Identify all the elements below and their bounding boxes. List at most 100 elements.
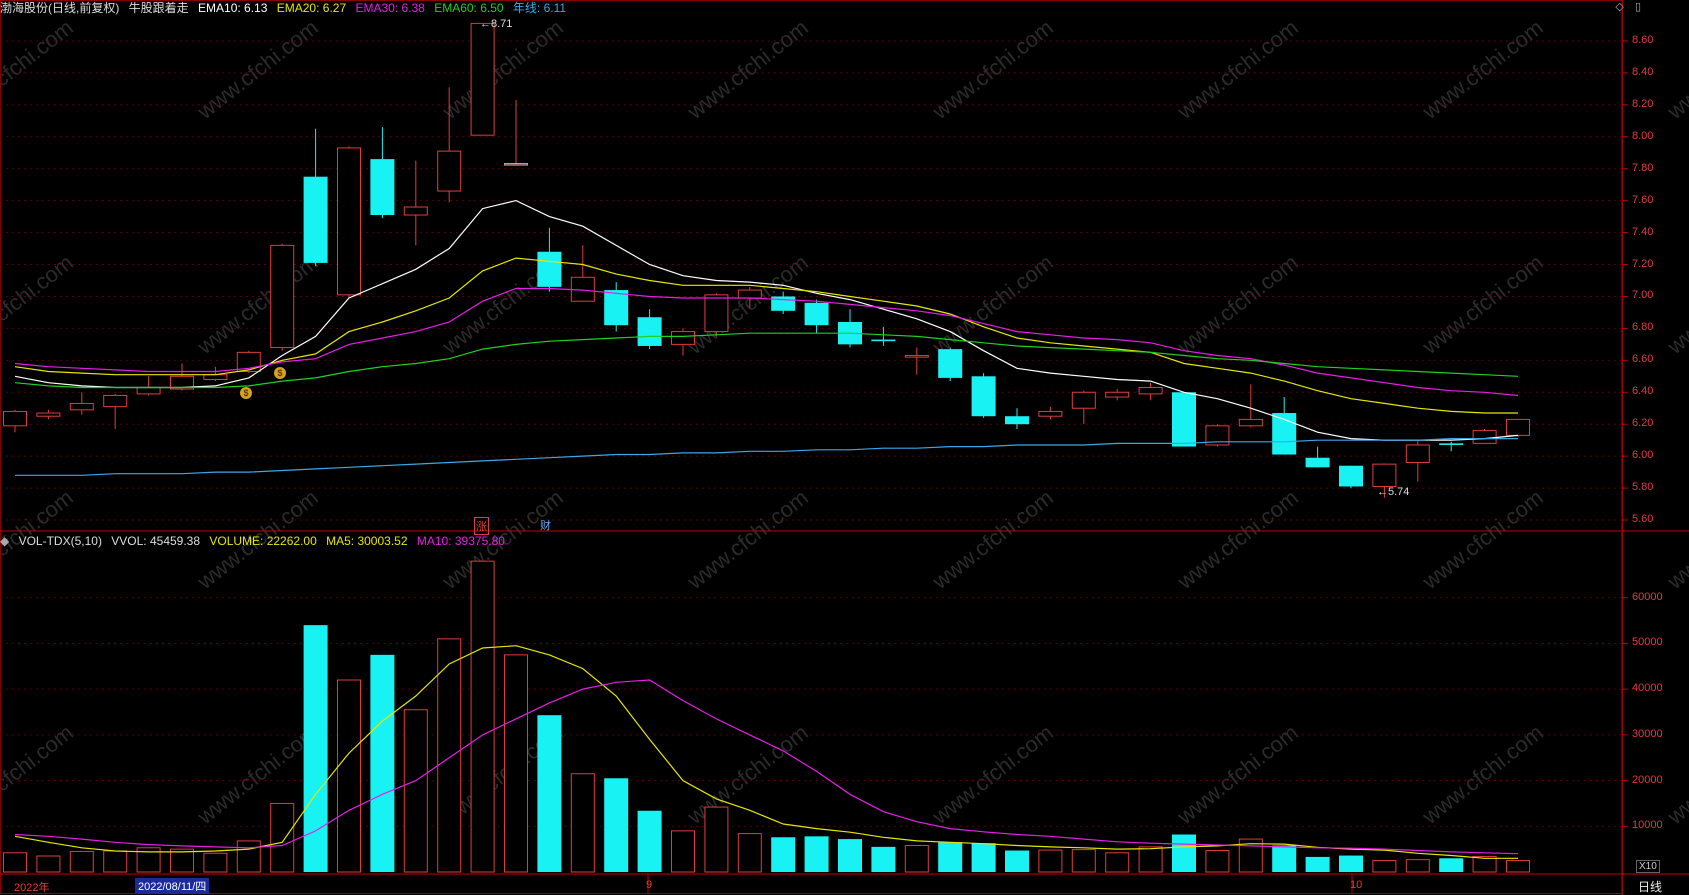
chart-border [0, 0, 1623, 894]
volume-bar-up [103, 850, 128, 873]
ma10-value: MA10: 39375.80 [416, 534, 505, 548]
watermark-text: www.cfchi.com [1417, 485, 1548, 595]
volume-bar-down [871, 846, 896, 872]
volume-bar-up [1071, 849, 1096, 873]
vol-indicator-name: VOL-TDX(5,10) [18, 534, 102, 548]
volume-bar-up [170, 848, 194, 873]
volume-bar-down [938, 842, 963, 872]
candle-body-up [36, 412, 61, 417]
volume-bar-up [270, 802, 295, 873]
watermark-text: www.cfchi.com [682, 485, 813, 595]
ema30-value: EMA30: 6.38 [355, 1, 425, 15]
watermark-text: www.cfchi.com [0, 15, 78, 125]
candle-body-down [1439, 443, 1464, 445]
top-right-icons: ◇ ▯ [1607, 0, 1641, 14]
candle-body-down [370, 159, 395, 216]
volume-bar-down [637, 810, 662, 872]
limit-up-tag[interactable]: 涨 [474, 517, 489, 535]
indicator-name: 牛股跟着走 [128, 1, 189, 15]
volume-bar-down [604, 778, 629, 872]
price-tick-label: 6.20 [1632, 417, 1654, 430]
candle-body-down [1005, 416, 1029, 425]
zoom-x10-label[interactable]: X10 [1636, 860, 1660, 873]
year-line-value: 年线: 6.11 [512, 1, 567, 15]
diamond-icon[interactable]: ◇ [1615, 1, 1623, 13]
watermark-text: www.cfchi.com [1417, 15, 1548, 125]
volume-bar-up [1506, 860, 1530, 873]
volume-panel [3, 560, 1530, 873]
volume-value: VOLUME: 22262.00 [209, 534, 317, 548]
candle-body-down [604, 290, 629, 326]
watermark-text: www.cfchi.com [192, 15, 323, 125]
volume-bar-up [470, 560, 495, 873]
stock-chart[interactable]: www.cfchi.com www.cfchi.com www.cfchi.com w… [0, 0, 1689, 895]
finance-tag[interactable]: 财 [540, 517, 551, 533]
volume-bar-down [1339, 855, 1363, 872]
high-price-label: ←8.71 [480, 18, 513, 30]
panel-toggle-icon[interactable]: ◆ [0, 534, 9, 548]
candle-body-up [69, 402, 94, 411]
volume-bar-up [69, 850, 94, 873]
price-tick-label: 8.20 [1632, 97, 1654, 110]
volume-bar-up [1138, 846, 1163, 873]
watermark-text: www.cfchi.com [927, 720, 1058, 830]
volume-bar-up [1105, 852, 1130, 873]
price-tick-label: 8.00 [1632, 129, 1654, 142]
x-axis-year-label: 2022年 [14, 882, 50, 894]
candle-body-down [1305, 457, 1330, 468]
x-axis-month-oct: 10 [1350, 879, 1363, 891]
volume-tick-label: 40000 [1632, 682, 1663, 695]
candle-body-up [337, 147, 361, 296]
period-label[interactable]: 日线 [1638, 878, 1662, 895]
candle-body-up [1405, 444, 1430, 464]
volume-bar-down [804, 836, 829, 872]
volume-bar-down [1172, 834, 1196, 872]
candle-body-up [1472, 430, 1497, 444]
candle-body-down [637, 317, 662, 346]
volume-tick-label: 50000 [1632, 636, 1663, 649]
money-bag-icon[interactable]: $ [274, 367, 286, 379]
candle-body-up [470, 22, 495, 136]
candle-body-up [437, 150, 462, 192]
volume-bar-down [1305, 856, 1330, 872]
candle-body-up [1372, 463, 1397, 487]
candle-body-up [1105, 391, 1130, 398]
price-tick-label: 8.60 [1632, 33, 1654, 46]
volume-tick-label: 20000 [1632, 773, 1663, 786]
candle-body-up [904, 355, 929, 358]
watermark-text: www.cfchi.com [1172, 15, 1303, 125]
volume-tick-label: 10000 [1632, 819, 1663, 832]
volume-tick-label: 60000 [1632, 590, 1663, 603]
volume-bar-up [236, 840, 261, 873]
candle-body-down [938, 349, 963, 378]
watermark-text: www.cfchi.com [927, 485, 1058, 595]
candle-body-up [1506, 418, 1530, 436]
candle-body-up [403, 206, 428, 216]
candle-body-down [1172, 392, 1196, 447]
ema60-value: EMA60: 6.50 [434, 1, 504, 15]
candle-body-down [1339, 465, 1363, 487]
volume-bar-down [537, 715, 562, 872]
price-tick-label: 6.60 [1632, 353, 1654, 366]
vvol-value: VVOL: 45459.38 [111, 534, 201, 548]
price-tick-label: 6.80 [1632, 321, 1654, 334]
low-price-label: ←5.74 [1377, 486, 1410, 498]
money-bag-icon[interactable]: $ [240, 387, 252, 399]
menu-icon[interactable]: ▯ [1635, 1, 1641, 13]
price-tick-label: 6.00 [1632, 449, 1654, 462]
price-tick-label: 7.00 [1632, 289, 1654, 302]
candle-body-down [537, 251, 562, 287]
volume-bar-up [3, 852, 27, 873]
volume-bar-down [370, 654, 395, 872]
candle-body-up [3, 410, 27, 427]
stock-title: 渤海股份(日线,前复权) [0, 1, 120, 15]
watermark-text: www.cfchi.com [1662, 485, 1689, 595]
watermark-text: www.cfchi.com [1417, 720, 1548, 830]
x-axis-month-sep: 9 [646, 879, 653, 891]
volume-bar-down [1439, 858, 1464, 872]
price-header: 渤海股份(日线,前复权) 牛股跟着走 EMA10: 6.13 EMA20: 6.… [0, 0, 572, 16]
candle-body-down [303, 176, 328, 263]
price-tick-label: 8.40 [1632, 65, 1654, 78]
price-tick-label: 5.80 [1632, 481, 1654, 494]
watermark-text: www.cfchi.com [682, 15, 813, 125]
